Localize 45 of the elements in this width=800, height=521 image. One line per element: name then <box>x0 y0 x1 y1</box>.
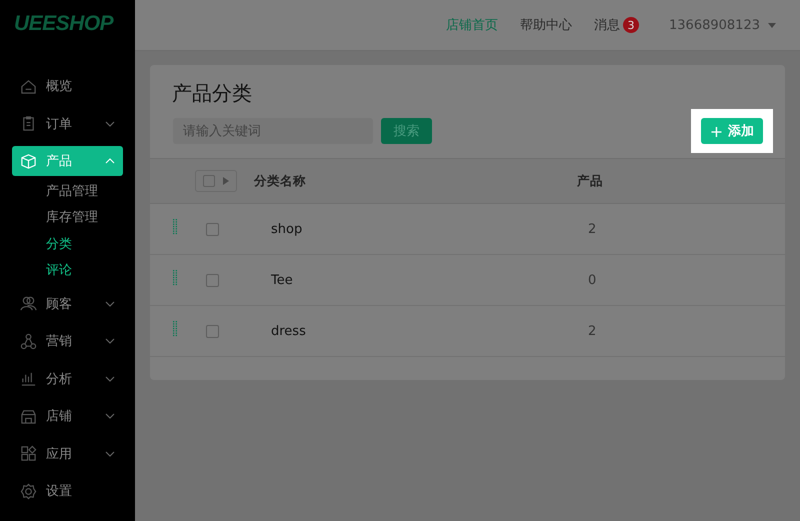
nav-item[interactable]: 店铺 <box>12 401 123 431</box>
top-link[interactable]: 帮助中心 <box>520 16 572 34</box>
nav-item[interactable]: 订单 <box>12 108 123 138</box>
column-header: 产品 <box>577 172 603 190</box>
nav-icon <box>20 78 37 94</box>
submenu-item[interactable]: 分类 <box>46 236 72 254</box>
nav-icon <box>20 370 37 387</box>
drag-handle-icon[interactable] <box>173 219 177 235</box>
nav-item[interactable]: 应用 <box>12 438 123 468</box>
checkbox[interactable] <box>206 324 219 338</box>
submenu-item[interactable]: 产品管理 <box>46 182 98 201</box>
checkbox[interactable] <box>206 274 219 286</box>
table-cell-text: Tee <box>271 272 294 288</box>
nav-icon <box>20 332 37 350</box>
table-cell: 2 <box>588 222 596 236</box>
select-all-control[interactable] <box>195 170 237 192</box>
nav-icon <box>20 482 37 500</box>
nav-icon <box>20 408 37 424</box>
nav-icon <box>20 152 37 170</box>
top-link[interactable]: 消息 3 <box>594 16 640 34</box>
page-title: 产品分类 <box>172 80 252 107</box>
drag-handle-icon[interactable] <box>173 321 177 337</box>
caret-down-icon <box>768 22 776 28</box>
nav-icon <box>20 445 37 462</box>
nav-item[interactable]: 营销 <box>12 326 123 356</box>
nav-item[interactable]: 设置 <box>12 476 123 506</box>
table-cell: 2 <box>588 324 596 338</box>
link-label: 消息 <box>594 17 620 34</box>
table-cell-text: dress <box>271 324 307 338</box>
drag-handle-icon[interactable] <box>173 270 177 286</box>
nav-icon <box>20 115 37 132</box>
table-cell-text: shop <box>271 222 304 236</box>
checkbox[interactable] <box>203 175 215 187</box>
nav-item[interactable]: 顾客 <box>12 288 123 318</box>
count-badge: 3 <box>623 17 640 33</box>
submenu-item[interactable]: 库存管理 <box>46 209 98 228</box>
nav-item[interactable]: 概览 <box>12 71 123 101</box>
logo: UEESHOP <box>14 12 114 36</box>
checkbox[interactable] <box>206 222 219 236</box>
nav-icon <box>20 295 37 312</box>
nav-item[interactable]: 分析 <box>12 364 123 394</box>
play-icon <box>223 177 229 185</box>
table-cell: 0 <box>588 272 596 288</box>
column-header: 分类名称 <box>254 172 307 190</box>
submenu-item[interactable]: 评论 <box>46 262 72 280</box>
